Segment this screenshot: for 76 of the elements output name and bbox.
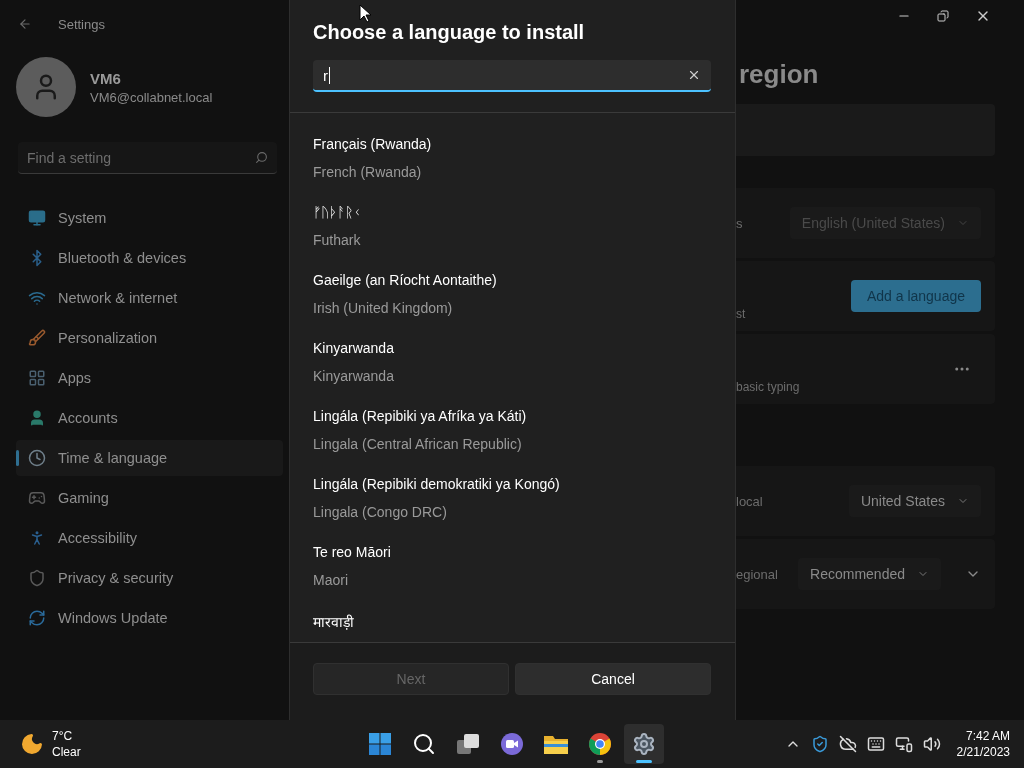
language-english-name: Lingala (Congo DRC) [313,504,447,520]
language-english-name: Lingala (Central African Republic) [313,436,522,452]
page-title: region [738,59,820,90]
grid-icon [28,369,46,387]
language-english-name: French (Rwanda) [313,164,422,180]
clock-icon [28,449,46,467]
account-name: VM6 [90,69,122,87]
temperature: 7°C [52,728,74,744]
setting-label: egional [736,566,778,582]
shield-icon [28,569,46,587]
clear-icon[interactable] [687,68,701,82]
language-name[interactable]: Gaeilge (an Ríocht Aontaithe) [313,272,497,288]
nav-item[interactable]: Network & internet [16,280,283,316]
gamepad-icon [28,489,46,507]
account-email: VM6@collabnet.local [90,89,213,105]
keyboard-icon[interactable] [866,735,885,753]
setting-label: s [736,215,743,231]
restore-icon[interactable] [937,10,949,22]
nav-item[interactable]: Privacy & security [16,560,283,596]
person-icon [28,409,46,427]
monitor-icon [28,209,46,227]
language-name[interactable]: मारवाड़ी [313,612,354,631]
nav-item[interactable]: Gaming [16,480,283,516]
nav-item[interactable]: Bluetooth & devices [16,240,283,276]
nav-item[interactable]: Accounts [16,400,283,436]
language-name[interactable]: ᚠᚢᚦᚨᚱᚲ [313,204,361,220]
cursor-icon [359,4,371,23]
language-name[interactable]: Lingála (Repibiki ya Afríka ya Káti) [313,408,527,424]
chrome-icon [588,732,612,756]
back-icon[interactable] [18,17,32,31]
language-english-name: Maori [313,572,348,588]
nav-item[interactable]: Accessibility [16,520,283,556]
language-name[interactable]: Français (Rwanda) [313,136,432,152]
language-english-name: Futhark [313,232,361,248]
weather-condition: Clear [52,744,81,760]
search-icon [412,732,436,756]
language-name[interactable]: Kinyarwanda [313,340,394,356]
language-name[interactable]: Lingála (Repibiki demokratiki ya Kongó) [313,476,560,492]
clock-date: 2/21/2023 [956,744,1010,760]
gear-icon [632,732,656,756]
nav-item[interactable]: Apps [16,360,283,396]
nav-item[interactable]: Windows Update [16,600,283,636]
language-english-name: Kinyarwanda [313,368,394,384]
window-title: Settings [58,16,105,32]
taskbar-app[interactable] [624,724,664,764]
avatar [16,57,76,117]
setting-label: local [736,493,763,509]
setting-label: basic typing [736,380,800,394]
setting-label: st [736,307,746,321]
search-field[interactable]: Find a setting [18,142,277,174]
dropdown[interactable]: Recommended [798,558,941,590]
moon-icon [20,732,44,756]
nav-item[interactable]: System [16,200,283,236]
windows-icon [368,732,392,756]
shield-check-icon[interactable] [810,735,829,753]
refresh-icon [28,609,46,627]
wifi-icon [28,289,46,307]
dropdown[interactable]: United States [848,485,981,517]
clock-time: 7:42 AM [965,728,1010,744]
video-chat-icon [500,732,524,756]
language-search-field[interactable]: r [313,60,711,92]
network-icon[interactable] [894,735,913,753]
folder-icon [543,733,569,755]
cancel-button[interactable]: Cancel [515,663,711,695]
brush-icon [28,329,46,347]
cloud-off-icon[interactable] [838,735,857,753]
running-indicator [636,760,652,763]
nav-item[interactable]: Personalization [16,320,283,356]
dialog-title: Choose a language to install [313,21,586,44]
running-indicator [597,760,603,763]
nav-item[interactable]: Time & language [16,440,283,476]
volume-icon[interactable] [922,735,941,753]
language-english-name: Irish (United Kingdom) [313,300,453,316]
windows-stack-icon [456,733,480,755]
search-icon [255,151,268,164]
language-name[interactable]: Te reo Māori [313,544,391,560]
